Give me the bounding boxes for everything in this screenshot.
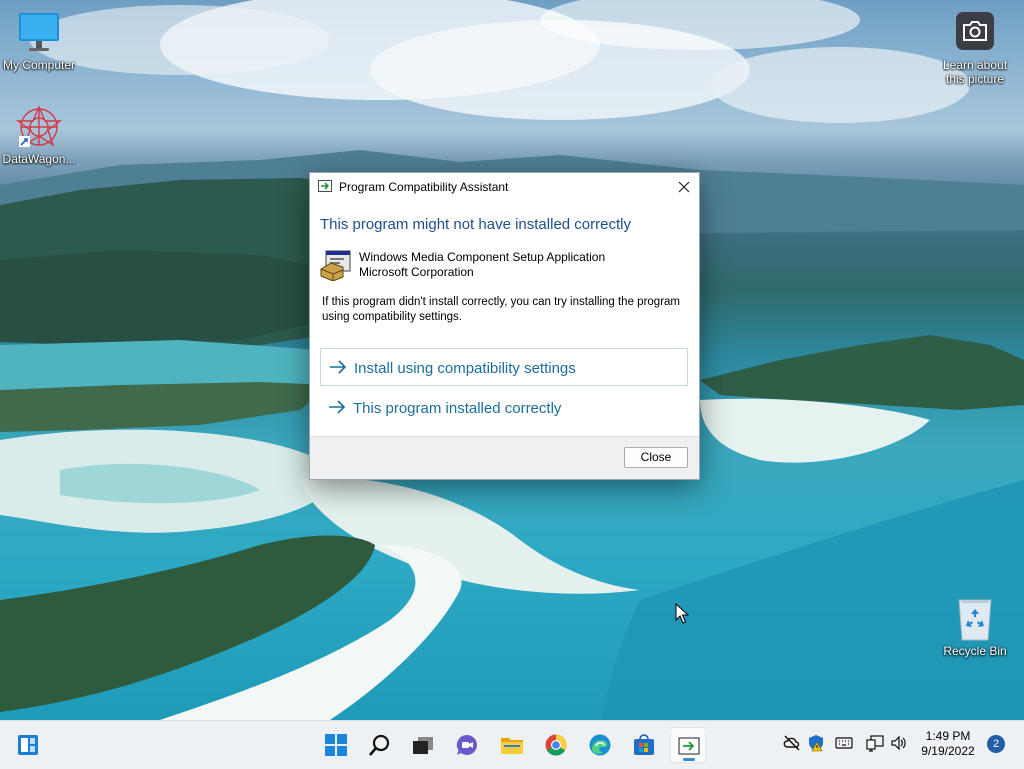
network-icon[interactable] [866,734,884,752]
monitor-icon [15,10,63,56]
chrome-button[interactable] [538,727,574,763]
security-warning-icon[interactable] [807,734,825,752]
clock-time: 1:49 PM [925,729,971,743]
desktop-icon-label: My Computer [2,58,76,72]
desktop-icon-label: Recycle Bin [943,644,1007,658]
recycle-bin-icon [951,596,999,642]
program-publisher: Microsoft Corporation [359,265,474,279]
widgets-button[interactable] [10,727,46,763]
command-link-label: Install using compatibility settings [354,360,576,377]
onedrive-offline-icon[interactable] [783,734,801,752]
compatibility-assistant-taskbar-button[interactable] [670,727,706,763]
store-icon [634,734,654,755]
widgets-icon [18,735,38,755]
desktop-icon-recycle-bin[interactable]: Recycle Bin [935,596,1015,658]
desktop-icon-label: Learn about this picture [942,58,1008,86]
desktop-icon-my-computer[interactable]: My Computer [0,10,79,72]
chat-icon [456,734,477,755]
keyboard-icon[interactable] [835,734,853,752]
start-icon [325,734,347,756]
file-explorer-icon [501,738,523,754]
search-icon [369,734,390,756]
dialog-footer: Close [310,436,699,479]
task-view-button[interactable] [405,727,441,763]
clock-date: 9/19/2022 [921,744,975,758]
arrow-right-icon [330,360,347,374]
program-installed-correctly-link[interactable]: This program installed correctly [320,389,688,427]
dialog-titlebar[interactable]: Program Compatibility Assistant [310,173,699,201]
chat-button[interactable] [449,727,485,763]
setup-application-icon [320,249,352,282]
search-button[interactable] [362,727,398,763]
taskbar-clock[interactable]: 1:49 PM 9/19/2022 [913,729,983,759]
compatibility-assistant-dialog: Program Compatibility Assistant This pro… [309,172,700,480]
desktop-icon-label: DataWagon... [2,152,76,166]
compatibility-assistant-icon [318,180,332,192]
store-button[interactable] [626,727,662,763]
compatibility-assistant-icon [678,737,700,755]
datawagon-star-icon [15,104,63,150]
program-name: Windows Media Component Setup Applicatio… [359,250,606,264]
task-view-icon [413,737,433,754]
active-window-indicator [683,758,695,761]
close-icon[interactable] [669,173,699,201]
dialog-description: If this program didn't install correctly… [322,296,680,323]
start-button[interactable] [318,727,354,763]
chrome-icon [545,734,567,756]
camera-icon [951,10,999,56]
arrow-right-icon [329,400,346,414]
volume-icon[interactable] [890,734,908,752]
command-link-label: This program installed correctly [353,400,562,417]
file-explorer-button[interactable] [494,727,530,763]
install-compatibility-settings-link[interactable]: Install using compatibility settings [320,348,688,386]
dialog-title: Program Compatibility Assistant [339,180,509,194]
mouse-cursor-icon [675,603,689,624]
close-button[interactable]: Close [624,447,688,468]
edge-icon [589,734,611,756]
edge-button[interactable] [582,727,618,763]
notification-badge[interactable]: 2 [987,735,1005,753]
desktop-icon-datawagon[interactable]: DataWagon... [0,104,79,166]
desktop-icon-learn-about-picture[interactable]: Learn about this picture [935,10,1015,86]
dialog-heading: This program might not have installed co… [320,216,631,233]
